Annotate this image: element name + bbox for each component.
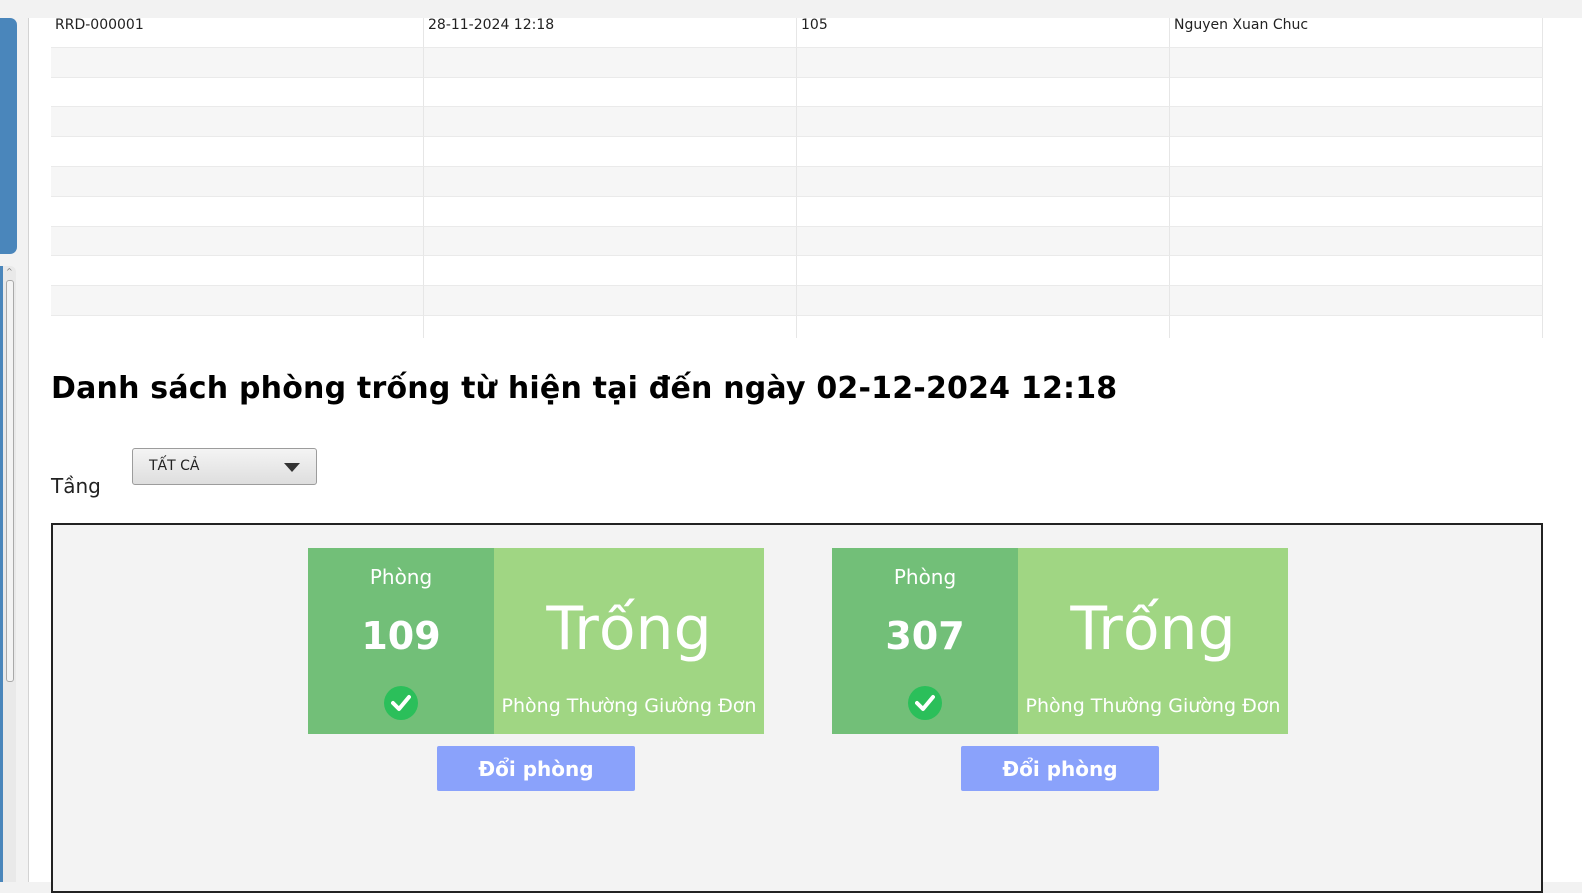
table-cell bbox=[1170, 77, 1543, 108]
table-cell bbox=[51, 226, 424, 257]
table-cell bbox=[424, 196, 797, 227]
table-row[interactable] bbox=[51, 47, 1543, 78]
table-cell bbox=[1170, 226, 1543, 257]
table-cell bbox=[797, 196, 1170, 227]
room-type: Phòng Thường Giường Đơn bbox=[501, 695, 757, 717]
scrollbar-thumb[interactable] bbox=[6, 280, 14, 682]
room-number-panel: Phòng 109 bbox=[308, 548, 494, 734]
table-cell bbox=[51, 196, 424, 227]
table-cell bbox=[1170, 137, 1543, 167]
table-cell bbox=[797, 166, 1170, 197]
table-cell bbox=[797, 226, 1170, 257]
floor-label: Tầng bbox=[51, 474, 101, 498]
cell-booking-id: RRD-000001 bbox=[51, 18, 424, 48]
table-cell bbox=[1170, 196, 1543, 227]
table-cell bbox=[51, 166, 424, 197]
table-cell bbox=[424, 226, 797, 257]
table-cell bbox=[1170, 315, 1543, 338]
table-row[interactable] bbox=[51, 137, 1543, 167]
rooms-container: Phòng 109 Trống Phòng Thường Giường Đơn … bbox=[51, 523, 1543, 893]
room-card[interactable]: Phòng 307 Trống Phòng Thường Giường Đơn bbox=[832, 548, 1288, 734]
room-number: 109 bbox=[361, 614, 441, 658]
table-cell bbox=[51, 315, 424, 338]
check-icon bbox=[908, 686, 942, 720]
scroll-up-icon[interactable]: ^ bbox=[6, 268, 13, 276]
table-cell bbox=[424, 47, 797, 78]
table-cell bbox=[424, 77, 797, 108]
room-status: Trống bbox=[1070, 594, 1236, 664]
room-status-panel: Trống Phòng Thường Giường Đơn bbox=[1018, 548, 1288, 734]
table-cell bbox=[424, 107, 797, 138]
table-row[interactable] bbox=[51, 256, 1543, 287]
room-card[interactable]: Phòng 109 Trống Phòng Thường Giường Đơn bbox=[308, 548, 764, 734]
floor-select[interactable]: TẤT CẢ bbox=[132, 448, 317, 485]
change-room-button[interactable]: Đổi phòng bbox=[437, 746, 635, 791]
floor-select-value: TẤT CẢ bbox=[149, 458, 200, 474]
table-cell bbox=[1170, 166, 1543, 197]
table-cell bbox=[797, 315, 1170, 338]
table-cell bbox=[424, 256, 797, 287]
cell-room: 105 bbox=[797, 18, 1170, 48]
table-row[interactable] bbox=[51, 107, 1543, 138]
table-row[interactable] bbox=[51, 196, 1543, 227]
table-cell bbox=[51, 256, 424, 287]
room-number: 307 bbox=[885, 614, 965, 658]
table-cell bbox=[797, 77, 1170, 108]
table-row[interactable] bbox=[51, 77, 1543, 108]
table-row bbox=[51, 315, 1543, 338]
table-cell bbox=[51, 137, 424, 167]
table-cell bbox=[424, 137, 797, 167]
table-cell bbox=[51, 77, 424, 108]
bookings-table: RRD-000001 28-11-2024 12:18 105 Nguyen X… bbox=[51, 18, 1543, 338]
room-label: Phòng bbox=[893, 565, 957, 589]
table-cell bbox=[797, 256, 1170, 287]
table-cell bbox=[797, 286, 1170, 316]
table-row[interactable] bbox=[51, 226, 1543, 257]
table-cell bbox=[1170, 256, 1543, 287]
main-panel: RRD-000001 28-11-2024 12:18 105 Nguyen X… bbox=[28, 18, 1582, 893]
sidebar-strip bbox=[0, 18, 17, 254]
table-row[interactable] bbox=[51, 286, 1543, 316]
room-status-panel: Trống Phòng Thường Giường Đơn bbox=[494, 548, 764, 734]
table-row[interactable]: RRD-000001 28-11-2024 12:18 105 Nguyen X… bbox=[51, 18, 1543, 48]
check-icon bbox=[384, 686, 418, 720]
change-room-button[interactable]: Đổi phòng bbox=[961, 746, 1159, 791]
room-label: Phòng bbox=[369, 565, 433, 589]
room-status: Trống bbox=[546, 594, 712, 664]
section-title: Danh sách phòng trống từ hiện tại đến ng… bbox=[51, 371, 1118, 406]
table-row[interactable] bbox=[51, 166, 1543, 197]
table-cell bbox=[1170, 286, 1543, 316]
sidebar-scrollbar[interactable]: ^ bbox=[0, 266, 16, 882]
room-type: Phòng Thường Giường Đơn bbox=[1025, 695, 1281, 717]
table-cell bbox=[797, 137, 1170, 167]
table-cell bbox=[797, 107, 1170, 138]
table-cell bbox=[424, 315, 797, 338]
table-cell bbox=[51, 286, 424, 316]
table-cell bbox=[51, 47, 424, 78]
table-cell bbox=[424, 286, 797, 316]
cell-customer: Nguyen Xuan Chuc bbox=[1170, 18, 1543, 48]
chevron-down-icon bbox=[284, 463, 300, 472]
cell-datetime: 28-11-2024 12:18 bbox=[424, 18, 797, 48]
table-cell bbox=[1170, 47, 1543, 78]
table-cell bbox=[797, 47, 1170, 78]
table-cell bbox=[51, 107, 424, 138]
table-cell bbox=[424, 166, 797, 197]
table-cell bbox=[1170, 107, 1543, 138]
room-number-panel: Phòng 307 bbox=[832, 548, 1018, 734]
